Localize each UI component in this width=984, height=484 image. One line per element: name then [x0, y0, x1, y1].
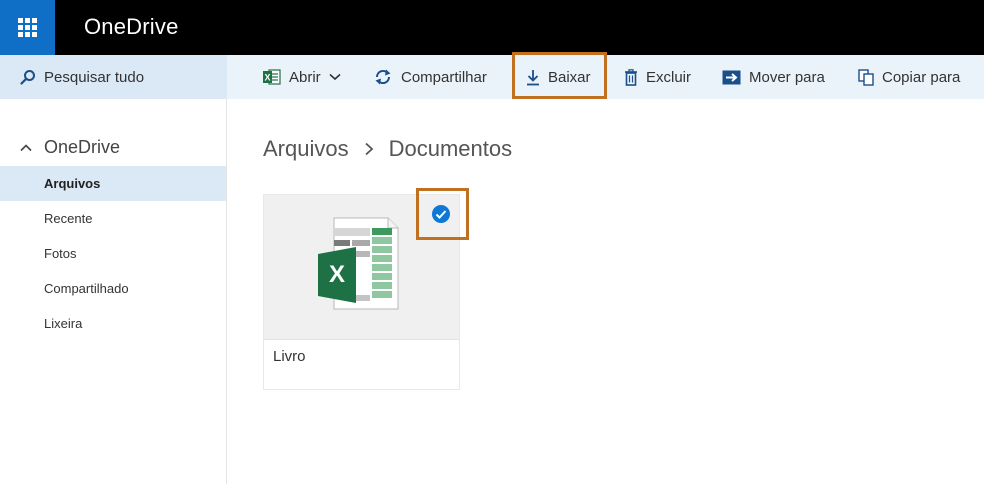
trash-icon [625, 68, 637, 86]
app-launcher-icon [18, 18, 37, 37]
svg-text:X: X [264, 73, 270, 83]
copy-button[interactable]: Copiar para [858, 55, 960, 99]
sidebar-item-fotos[interactable]: Fotos [0, 236, 226, 271]
search-box[interactable]: Pesquisar tudo [0, 55, 227, 99]
move-icon [722, 70, 741, 84]
breadcrumb-current: Documentos [388, 136, 513, 161]
search-icon [20, 70, 35, 85]
excel-icon: X [263, 69, 281, 85]
chevron-up-icon [20, 143, 32, 151]
app-launcher-button[interactable] [0, 0, 55, 55]
delete-button-label: Excluir [646, 68, 692, 86]
chevron-right-icon [364, 142, 373, 156]
tile-divider [264, 339, 459, 340]
file-name: Livro [273, 348, 306, 365]
sidebar-root-onedrive[interactable]: OneDrive [20, 137, 120, 158]
sidebar-item-compartilhado[interactable]: Compartilhado [0, 271, 226, 306]
search-label: Pesquisar tudo [44, 68, 145, 86]
sidebar-root-label: OneDrive [44, 137, 121, 157]
share-icon [375, 69, 391, 85]
excel-file-icon: X [318, 217, 399, 310]
share-button[interactable]: Compartilhar [373, 55, 487, 99]
chevron-down-icon [329, 73, 341, 81]
command-bar: Pesquisar tudo X Abrir Compartilhar Baix… [0, 52, 984, 99]
sidebar-item-recente[interactable]: Recente [0, 201, 226, 236]
app-title[interactable]: OneDrive [84, 14, 179, 40]
selection-highlight-box [416, 188, 469, 240]
top-bar: OneDrive [0, 0, 984, 55]
move-button-label: Mover para [749, 68, 825, 86]
svg-text:X: X [329, 261, 345, 288]
share-button-label: Compartilhar [401, 68, 487, 86]
download-highlight-box [512, 52, 607, 99]
breadcrumb: Arquivos Documentos [263, 136, 512, 162]
delete-button[interactable]: Excluir [624, 55, 691, 99]
copy-icon [858, 68, 874, 86]
move-button[interactable]: Mover para [722, 55, 825, 99]
sidebar: OneDrive Arquivos Recente Fotos Comparti… [0, 99, 227, 484]
open-button-label: Abrir [289, 68, 321, 86]
copy-button-label: Copiar para [882, 68, 961, 86]
open-button[interactable]: X Abrir [263, 55, 341, 99]
sidebar-item-arquivos[interactable]: Arquivos [0, 166, 226, 201]
sidebar-item-lixeira[interactable]: Lixeira [0, 306, 226, 341]
breadcrumb-parent[interactable]: Arquivos [263, 136, 349, 162]
